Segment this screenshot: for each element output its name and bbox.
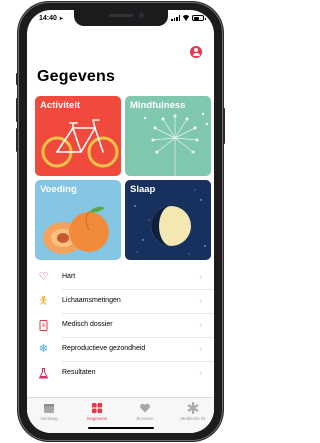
volume-up-button [16,98,18,122]
page-title: Gegevens [37,68,116,85]
tab-label: Bronnen [136,416,154,421]
signal-icon [171,15,180,21]
category-tile-voeding[interactable]: Voeding [35,180,121,260]
list-item-resultaten[interactable]: Resultaten › [27,362,214,386]
profile-icon[interactable] [190,46,202,58]
list-item-label: Medisch dossier [62,321,113,328]
list-item-hart[interactable]: ♡ Hart › [27,266,214,290]
category-tile-mindfulness[interactable]: Mindfulness [125,96,211,176]
home-indicator[interactable] [87,426,154,429]
status-time: 14:40 ➤ [39,15,64,22]
chevron-right-icon: › [199,344,202,353]
calendar-icon [44,404,54,413]
list-item-label: Hart [62,273,76,280]
chevron-right-icon: › [199,296,202,305]
wifi-icon [182,15,190,21]
health-category-list: ♡ Hart › 🯅 Lichaamsmetingen › Medisch do… [27,266,214,386]
phone-frame: 14:40 ➤ Gegevens Activiteit Mindfulness … [16,3,225,440]
list-item-label: Reproductieve gezondheid [62,345,146,352]
list-item-label: Resultaten [62,369,96,376]
side-button [223,108,225,144]
tab-vandaag[interactable]: Vandaag [31,402,67,421]
grid-icon [92,403,102,413]
list-item-label: Lichaamsmetingen [62,297,121,304]
tab-label: Vandaag [40,416,58,421]
tile-label: Voeding [40,184,77,195]
tab-medische-id[interactable]: Medische ID [175,402,211,421]
volume-down-button [16,128,18,152]
asterisk-icon [187,402,199,414]
tab-label: Gegevens [86,416,108,421]
heart-icon: ♡ [38,271,49,283]
tab-gegevens[interactable]: Gegevens [79,402,115,421]
location-arrow-icon: ➤ [58,16,64,22]
screen: 14:40 ➤ Gegevens Activiteit Mindfulness … [27,10,214,433]
tile-label: Activiteit [40,100,81,111]
tab-label: Medische ID [180,416,206,421]
chevron-right-icon: › [199,368,202,377]
chevron-right-icon: › [199,320,202,329]
list-item-medisch-dossier[interactable]: Medisch dossier › [27,314,214,338]
category-tile-activiteit[interactable]: Activiteit [35,96,121,176]
mute-switch [16,73,18,85]
battery-icon [192,15,206,21]
heart-sources-icon [140,403,150,413]
chevron-right-icon: › [199,272,202,281]
flask-icon [37,367,50,380]
clipboard-icon [37,319,50,332]
tile-label: Slaap [130,184,156,195]
list-item-reproductieve-gezondheid[interactable]: ❄ Reproductieve gezondheid › [27,338,214,362]
list-item-lichaamsmetingen[interactable]: 🯅 Lichaamsmetingen › [27,290,214,314]
category-tile-slaap[interactable]: Slaap [125,180,211,260]
snowflake-icon: ❄ [38,343,49,355]
tab-bronnen[interactable]: Bronnen [127,402,163,421]
notch [73,10,168,26]
tile-label: Mindfulness [130,100,186,111]
person-icon: 🯅 [38,295,49,307]
